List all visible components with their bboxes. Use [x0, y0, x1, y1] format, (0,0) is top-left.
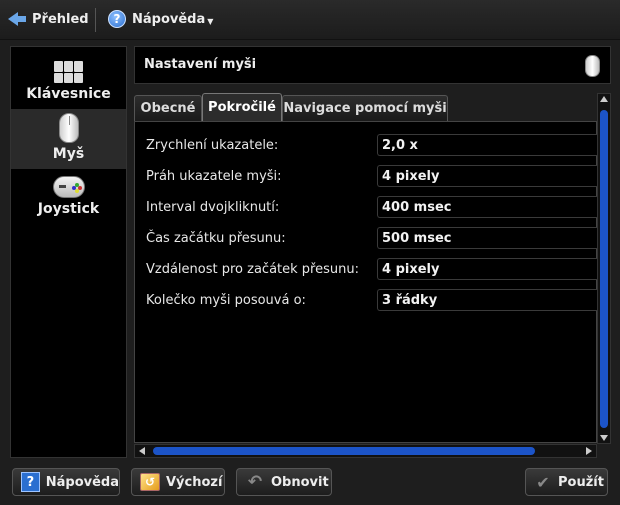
drag-start-time-spinbox[interactable]: 500 msec: [377, 227, 598, 249]
sidebar-item-label: Myš: [52, 146, 85, 162]
chevron-down-icon: ▼: [207, 16, 214, 26]
toolbar-separator: [95, 8, 96, 32]
vertical-scrollbar-thumb[interactable]: [600, 110, 608, 428]
setting-row-pointer-acceleration: Zrychlení ukazatele: 2,0 x: [135, 134, 598, 158]
setting-label: Vzdálenost pro začátek přesunu:: [146, 262, 359, 277]
setting-row-drag-start-distance: Vzdálenost pro začátek přesunu: 4 pixely: [135, 258, 598, 282]
setting-value: 2,0 x: [382, 138, 418, 153]
sidebar-item-label: Klávesnice: [26, 86, 111, 102]
sidebar-item-mouse[interactable]: Myš: [11, 109, 126, 169]
setting-value: 4 pixely: [382, 169, 440, 184]
setting-label: Zrychlení ukazatele:: [146, 138, 279, 153]
back-button[interactable]: Přehled: [8, 8, 89, 30]
setting-label: Práh ukazatele myši:: [146, 169, 282, 184]
sidebar-item-joystick[interactable]: Joystick: [11, 173, 126, 227]
setting-value: 500 msec: [382, 231, 452, 246]
tab-label: Navigace pomocí myši: [283, 101, 447, 116]
apply-button[interactable]: ✔ Použít: [525, 468, 608, 496]
setting-value: 400 msec: [382, 200, 452, 215]
horizontal-scrollbar-thumb[interactable]: [153, 447, 535, 455]
help-icon: ?: [108, 10, 126, 28]
undo-icon: ↶: [247, 472, 263, 492]
tab-label: Pokročilé: [208, 100, 276, 115]
horizontal-scrollbar[interactable]: [134, 444, 597, 458]
help-menu-button[interactable]: ? Nápověda ▼: [108, 8, 213, 30]
setting-row-pointer-threshold: Práh ukazatele myši: 4 pixely: [135, 165, 598, 189]
defaults-button[interactable]: ↺ Výchozí: [131, 468, 225, 496]
scroll-up-arrow-icon[interactable]: [600, 96, 608, 102]
settings-panel: Zrychlení ukazatele: 2,0 x Práh ukazatel…: [134, 121, 598, 443]
keyboard-icon: [53, 61, 84, 83]
pointer-acceleration-spinbox[interactable]: 2,0 x: [377, 134, 598, 156]
mouse-icon: [585, 55, 600, 77]
vertical-scrollbar[interactable]: [597, 93, 611, 444]
panel-header: Nastavení myši: [134, 46, 611, 84]
tab-label: Obecné: [140, 101, 196, 116]
setting-label: Kolečko myši posouvá o:: [146, 293, 306, 308]
page-title: Nastavení myši: [144, 57, 257, 72]
setting-label: Interval dvojkliknutí:: [146, 200, 280, 215]
drag-start-distance-spinbox[interactable]: 4 pixely: [377, 258, 598, 280]
reset-button-label: Obnovit: [271, 474, 329, 490]
back-button-label: Přehled: [32, 11, 89, 27]
setting-label: Čas začátku přesunu:: [146, 231, 286, 246]
toolbar: Přehled ? Nápověda ▼: [0, 0, 620, 40]
setting-row-double-click-interval: Interval dvojkliknutí: 400 msec: [135, 196, 598, 220]
apply-button-label: Použít: [558, 474, 604, 490]
help-button-label: Nápověda: [45, 474, 119, 490]
mouse-icon: [58, 113, 79, 143]
tab-advanced[interactable]: Pokročilé: [202, 93, 282, 121]
sidebar: Klávesnice Myš Joystick: [10, 46, 127, 458]
help-button[interactable]: ? Nápověda: [12, 468, 120, 496]
defaults-icon: ↺: [140, 473, 160, 491]
checkmark-icon: ✔: [536, 472, 550, 492]
double-click-interval-spinbox[interactable]: 400 msec: [377, 196, 598, 218]
help-menu-label: Nápověda: [132, 11, 206, 27]
tab-general[interactable]: Obecné: [134, 95, 202, 121]
wheel-scroll-spinbox[interactable]: 3 řádky: [377, 289, 598, 311]
reset-button[interactable]: ↶ Obnovit: [236, 468, 332, 496]
back-arrow-icon: [8, 11, 26, 27]
setting-value: 3 řádky: [382, 293, 438, 308]
tab-mouse-navigation[interactable]: Navigace pomocí myši: [282, 95, 448, 121]
scroll-left-arrow-icon[interactable]: [139, 447, 145, 455]
sidebar-item-label: Joystick: [37, 201, 100, 217]
scroll-right-arrow-icon[interactable]: [586, 447, 592, 455]
defaults-button-label: Výchozí: [166, 474, 223, 490]
gamepad-icon: [52, 176, 85, 198]
setting-value: 4 pixely: [382, 262, 440, 277]
setting-row-wheel-scroll: Kolečko myši posouvá o: 3 řádky: [135, 289, 598, 313]
help-icon: ?: [21, 472, 40, 492]
setting-row-drag-start-time: Čas začátku přesunu: 500 msec: [135, 227, 598, 251]
scroll-down-arrow-icon[interactable]: [600, 435, 608, 441]
sidebar-item-keyboard[interactable]: Klávesnice: [11, 57, 126, 109]
pointer-threshold-spinbox[interactable]: 4 pixely: [377, 165, 598, 187]
